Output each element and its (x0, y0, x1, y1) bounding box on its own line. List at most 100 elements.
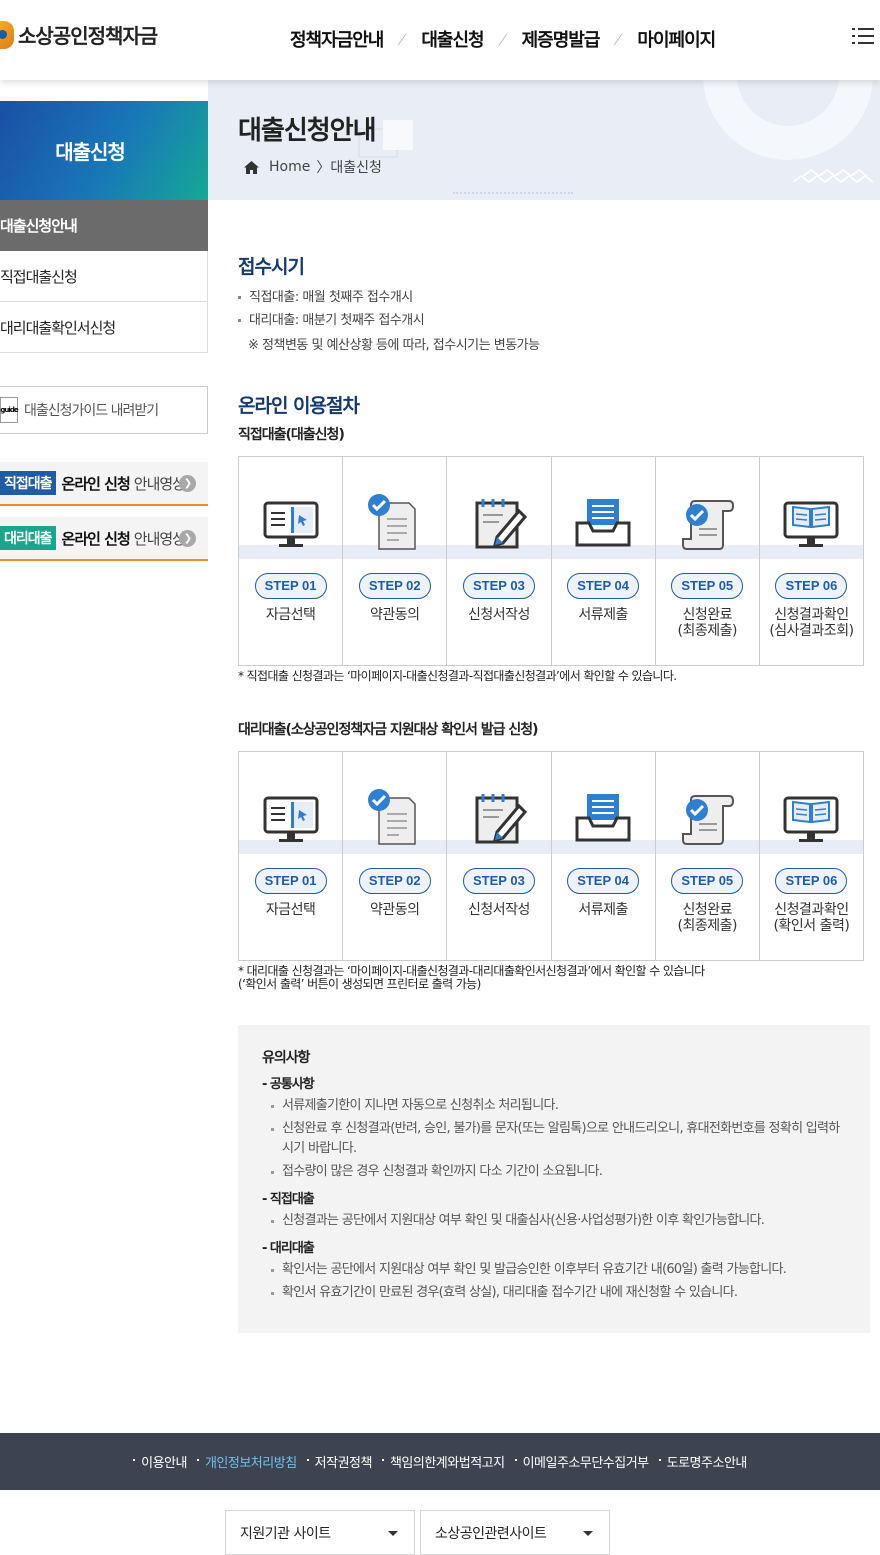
footer-link[interactable]: 이메일주소무단수집거부 (514, 1452, 649, 1471)
site-logo[interactable]: 소상공인정책자금 (0, 20, 158, 49)
direct-loan-steps: STEP 01 자금선택 STEP 02 약관동의 STEP 03 신청서작성 STEP 0… (238, 456, 864, 666)
nav-divider (613, 32, 623, 46)
step-label: 서류제출 (578, 607, 628, 623)
sidebar-item-guide[interactable]: 대출신청안내 (0, 200, 208, 251)
logo-text: 소상공인정책자금 (18, 24, 158, 48)
step-badge: STEP 02 (358, 573, 431, 599)
step-label: 서류제출 (578, 902, 628, 918)
nav-item-certificate[interactable]: 제증명발급 (522, 26, 601, 52)
sidebar-item-direct-loan[interactable]: 직접대출신청 (0, 251, 208, 302)
step-label: 신청결과확인 (심사결과조회) (769, 607, 854, 639)
breadcrumb: Home 〉대출신청 (244, 157, 382, 177)
step-badge: STEP 04 (567, 573, 640, 599)
step-badge: STEP 03 (462, 573, 535, 599)
procedure-heading: 온라인 이용절차 (238, 395, 360, 417)
document-check-icon (365, 493, 425, 553)
monitor-cursor-icon (261, 493, 321, 553)
footer-link[interactable]: 책임의한계와법적고지 (381, 1452, 505, 1471)
step-badge: STEP 03 (462, 868, 535, 894)
home-icon[interactable] (244, 160, 259, 174)
proxy-loan-title: 대리대출(소상공인정책자금 지원대상 확인서 발급 신청) (238, 722, 539, 738)
guide-download-button[interactable]: guide 대출신청가이드 내려받기 (0, 386, 208, 434)
step-label: 신청서작성 (467, 607, 530, 623)
breadcrumb-home[interactable]: Home (269, 159, 310, 175)
step-badge: STEP 04 (567, 868, 640, 894)
footer-links: 이용안내 개인정보처리방침 저작권정책 책임의한계와법적고지 이메일주소무단수집거부 도로… (0, 1433, 880, 1490)
step-card: STEP 03 신청서작성 (447, 457, 552, 665)
notice-section-title: - 공통사항 (262, 1077, 315, 1092)
logo-emblem-icon (0, 20, 14, 49)
step-label: 신청서작성 (467, 902, 530, 918)
step-card: STEP 05 신청완료 (최종제출) (655, 752, 760, 960)
guide-download-label: 대출신청가이드 내려받기 (24, 403, 159, 419)
notepad-pen-icon (469, 788, 529, 848)
chevron-right-icon: ❯ (179, 530, 196, 547)
step-card: STEP 06 신청결과확인 (확인서 출력) (759, 752, 864, 960)
sidebar-menu: 대출신청안내 직접대출신청 대리대출확인서신청 (0, 200, 208, 353)
step-badge: STEP 05 (671, 868, 744, 894)
direct-loan-tag: 직접대출 (0, 471, 56, 495)
step-card: STEP 03 신청서작성 (447, 752, 552, 960)
page: { "header": { "logo_text": "소상공인정책자금", "… (0, 0, 880, 1555)
sidebar-item-label: 대리대출확인서신청 (0, 318, 116, 337)
footer-link[interactable]: 저작권정책 (306, 1452, 372, 1471)
step-badge: STEP 06 (775, 573, 848, 599)
notice-item: 접수량이 많은 경우 신청결과 확인까지 다소 기간이 소요됩니다. (262, 1162, 846, 1182)
page-title: 대출신청안내 (238, 116, 377, 146)
sidebar-item-label: 대출신청안내 (0, 216, 78, 235)
step-badge: STEP 02 (358, 868, 431, 894)
notice-section-title: - 대리대출 (262, 1241, 315, 1256)
video-title: 온라인 신청 (61, 529, 131, 548)
direct-loan-video-button[interactable]: 직접대출 온라인 신청 안내영상 ❯ (0, 462, 208, 506)
site-header: 소상공인정책자금 정책자금안내 대출신청 제증명발급 마이페이지 (0, 0, 880, 80)
proxy-loan-note-sub: (‘확인서 출력’ 버튼이 생성되면 프린터로 출력 가능) (238, 977, 481, 991)
footer-link[interactable]: 개인정보처리방침 (196, 1452, 297, 1471)
video-title: 온라인 신청 (61, 474, 131, 493)
support-sites-select[interactable]: 지원기관 사이트 (225, 1510, 415, 1555)
notice-box: 유의사항 - 공통사항서류제출기한이 지나면 자동으로 신청취소 처리됩니다. 신… (238, 1025, 870, 1333)
breadcrumb-current[interactable]: 〉대출신청 (316, 157, 382, 177)
step-card: STEP 05 신청완료 (최종제출) (655, 457, 760, 665)
reception-item: 대리대출: 매분기 첫째주 접수개시 (238, 309, 425, 332)
step-label: 약관동의 (369, 902, 420, 918)
notice-item: 확인서는 공단에서 지원대상 여부 확인 및 발급승인한 이후부터 유효기간 내… (262, 1260, 846, 1280)
monitor-cursor-icon (261, 788, 321, 848)
nav-item-loan[interactable]: 대출신청 (421, 26, 484, 52)
sidebar-title: 대출신청 (0, 101, 208, 200)
step-card: STEP 02 약관동의 (343, 752, 448, 960)
banner-decoration (703, 80, 873, 160)
step-card: STEP 06 신청결과확인 (심사결과조회) (759, 457, 864, 665)
footer-link[interactable]: 이용안내 (133, 1452, 187, 1471)
direct-loan-title: 직접대출(대출신청) (238, 427, 345, 443)
proxy-loan-steps: STEP 01 자금선택 STEP 02 약관동의 STEP 03 신청서작성 STEP 0… (238, 751, 864, 961)
proxy-loan-video-button[interactable]: 대리대출 온라인 신청 안내영상 ❯ (0, 517, 208, 561)
video-subtitle: 안내영상 (133, 474, 186, 493)
notice-section-title: - 직접대출 (262, 1192, 315, 1207)
nav-divider (498, 32, 508, 46)
chevron-right-icon: ❯ (179, 475, 196, 492)
proxy-loan-tag: 대리대출 (0, 526, 56, 550)
nav-item-policy[interactable]: 정책자금안내 (290, 26, 384, 52)
notice-item: 확인서 유효기간이 만료된 경우(효력 상실), 대리대출 접수기간 내에 재신… (262, 1283, 846, 1303)
footer-link[interactable]: 도로명주소안내 (658, 1452, 747, 1471)
banner-decoration (383, 120, 413, 150)
reception-heading: 접수시기 (238, 256, 305, 278)
notice-item: 서류제출기한이 지나면 자동으로 신청취소 처리됩니다. (262, 1096, 846, 1116)
scroll-check-icon (677, 788, 737, 848)
nav-divider (397, 32, 407, 46)
sidebar-item-proxy-loan[interactable]: 대리대출확인서신청 (0, 302, 208, 353)
nav-item-mypage[interactable]: 마이페이지 (637, 26, 716, 52)
chevron-down-icon (583, 1531, 593, 1536)
inbox-tray-icon (573, 788, 633, 848)
step-card: STEP 02 약관동의 (343, 457, 448, 665)
inbox-tray-icon (573, 493, 633, 553)
scroll-check-icon (677, 493, 737, 553)
step-badge: STEP 01 (254, 573, 327, 599)
related-sites-select[interactable]: 소상공인관련사이트 (420, 1510, 610, 1555)
step-badge: STEP 05 (671, 573, 744, 599)
notice-title: 유의사항 (262, 1050, 311, 1066)
video-subtitle: 안내영상 (133, 529, 186, 548)
step-badge: STEP 06 (775, 868, 848, 894)
hamburger-menu-icon[interactable] (852, 28, 874, 44)
notice-item: 신청결과는 공단에서 지원대상 여부 확인 및 대출심사(신용·사업성평가)한 … (262, 1211, 846, 1231)
